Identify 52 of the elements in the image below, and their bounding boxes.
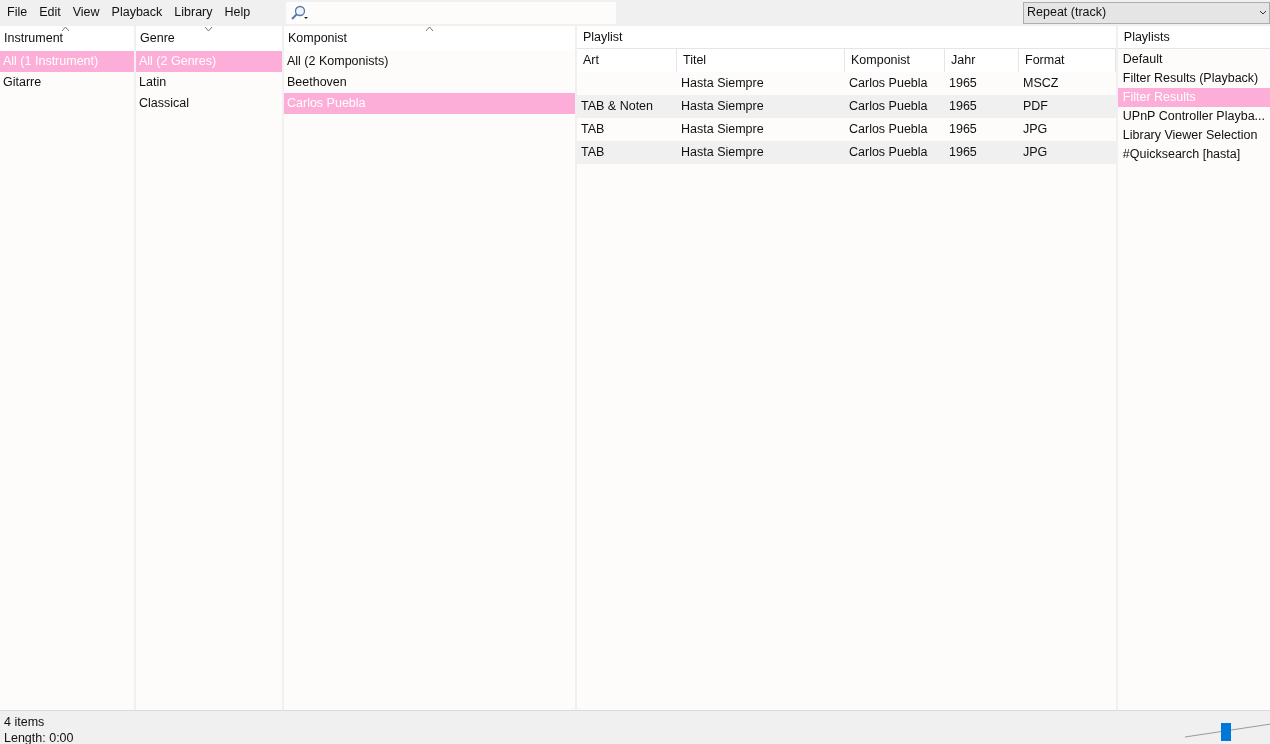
- menu-item[interactable]: View: [66, 0, 106, 25]
- playlist-item[interactable]: Filter Results (Playback): [1117, 69, 1270, 88]
- table-cell-text: Carlos Puebla: [848, 75, 929, 93]
- menu-item[interactable]: Edit: [33, 0, 67, 25]
- table-cell-text: Hasta Siempre: [680, 75, 765, 93]
- table-cell-text: Hasta Siempre: [680, 144, 765, 162]
- table-cell-text: Carlos Puebla: [848, 98, 929, 116]
- table-cell-text: MSCZ: [1022, 75, 1060, 93]
- table-cell-text: 1965: [948, 75, 978, 93]
- list-item[interactable]: Gitarre: [0, 72, 134, 93]
- column-header[interactable]: Format: [1019, 49, 1116, 72]
- list-item[interactable]: Latin: [136, 72, 282, 93]
- panel-title: Playlists: [1117, 26, 1270, 49]
- menu-item[interactable]: Help: [218, 0, 257, 25]
- table-cell-text: TAB: [580, 121, 606, 139]
- playlist-item[interactable]: #Quicksearch [hasta]: [1117, 145, 1270, 164]
- menu-item[interactable]: File: [1, 0, 34, 25]
- table-cell-text: Hasta Siempre: [680, 121, 765, 139]
- slider-thumb[interactable]: [1220, 723, 1231, 741]
- column-header[interactable]: Jahr: [945, 49, 1019, 72]
- repeat-dropdown[interactable]: Repeat (track): [1023, 1, 1270, 24]
- list-item[interactable]: All (2 Komponists): [284, 51, 575, 72]
- table-cell-text: JPG: [1022, 144, 1049, 162]
- list-item[interactable]: Beethoven: [284, 72, 575, 93]
- panel-title: Playlist: [577, 26, 1116, 49]
- table-cell-text: TAB & Noten: [580, 98, 655, 116]
- item-count: 4 items: [4, 714, 46, 730]
- menu-item[interactable]: Library: [168, 0, 219, 25]
- playlist-item[interactable]: Library Viewer Selection: [1117, 126, 1270, 145]
- table-cell-text: 1965: [948, 98, 978, 116]
- column-header[interactable]: Titel: [677, 49, 845, 72]
- table-cell-text: PDF: [1022, 98, 1049, 116]
- column-header[interactable]: Komponist: [845, 49, 945, 72]
- table-cell-text: JPG: [1022, 121, 1049, 139]
- column-header[interactable]: Komponist: [284, 26, 575, 51]
- list-item[interactable]: Classical: [136, 93, 282, 114]
- playlist-item[interactable]: UPnP Controller Playba...: [1117, 107, 1270, 126]
- menu-item[interactable]: Playback: [105, 0, 169, 25]
- table-cell-text: Hasta Siempre: [680, 98, 765, 116]
- table-cell-text: 1965: [948, 121, 978, 139]
- table-cell-text: Carlos Puebla: [848, 144, 929, 162]
- table-cell-text: Carlos Puebla: [848, 121, 929, 139]
- column-header[interactable]: Art: [577, 49, 677, 72]
- length-text: Length: 0:00: [4, 730, 74, 744]
- search-icon: [290, 4, 310, 21]
- column-header[interactable]: Instrument: [0, 26, 134, 51]
- column-header[interactable]: Genre: [136, 26, 282, 51]
- playlist-item[interactable]: Default: [1117, 50, 1270, 69]
- table-cell-text: 1965: [948, 144, 978, 162]
- caret-icon: [1259, 9, 1267, 16]
- search-field[interactable]: [286, 1, 616, 24]
- table-cell-text: TAB: [580, 144, 606, 162]
